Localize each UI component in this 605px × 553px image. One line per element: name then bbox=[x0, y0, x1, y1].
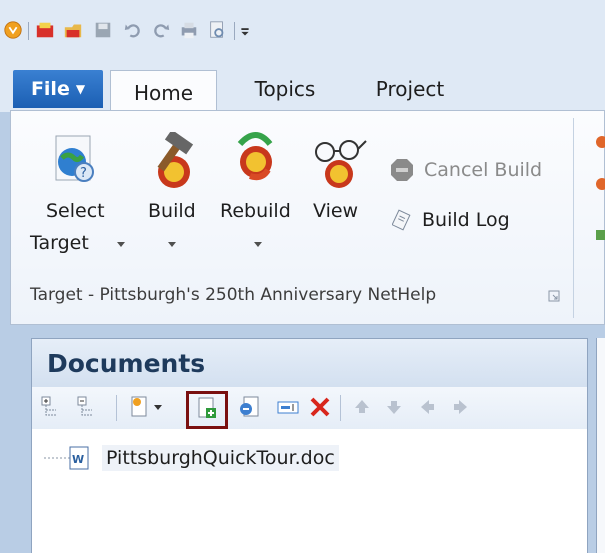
documents-toolbar bbox=[32, 387, 587, 429]
svg-text:W: W bbox=[72, 453, 84, 466]
tree-connector-icon: W bbox=[44, 446, 89, 470]
side-pane-edge bbox=[596, 338, 605, 553]
tab-home-label: Home bbox=[133, 80, 194, 105]
rebuild-button[interactable]: Rebuild bbox=[216, 122, 298, 272]
partial-group-icons bbox=[596, 136, 605, 240]
print-icon[interactable] bbox=[178, 20, 200, 40]
collapse-all-icon[interactable] bbox=[76, 395, 100, 419]
move-right-icon[interactable] bbox=[448, 395, 472, 419]
chevron-down-icon: ▼ bbox=[75, 82, 86, 96]
qat-separator bbox=[234, 22, 235, 40]
build-button[interactable]: Build bbox=[140, 130, 210, 280]
chevron-down-icon bbox=[168, 242, 176, 247]
select-target-button[interactable]: ? Select Target bbox=[30, 130, 130, 280]
import-document-icon[interactable] bbox=[238, 395, 262, 419]
add-existing-document-icon[interactable] bbox=[195, 396, 219, 420]
documents-title: Documents bbox=[47, 349, 206, 378]
save-icon[interactable] bbox=[92, 20, 114, 40]
tab-home[interactable]: Home bbox=[110, 70, 217, 114]
open-project-icon[interactable] bbox=[62, 20, 84, 40]
view-label: View bbox=[313, 200, 359, 222]
ribbon-group-label: Target - Pittsburgh's 250th Anniversary … bbox=[30, 285, 437, 305]
chevron-down-icon bbox=[117, 242, 125, 247]
dialog-launcher-icon[interactable] bbox=[548, 290, 560, 302]
quick-access-toolbar bbox=[0, 0, 605, 60]
build-label: Build bbox=[148, 200, 196, 222]
build-log-icon bbox=[392, 209, 411, 231]
ribbon-group-divider bbox=[573, 118, 574, 318]
view-button[interactable]: View bbox=[305, 130, 377, 240]
delete-icon[interactable] bbox=[308, 395, 332, 419]
rebuild-label: Rebuild bbox=[220, 200, 291, 222]
list-item[interactable]: W PittsburghQuickTour.doc bbox=[42, 443, 339, 473]
tab-project[interactable]: Project bbox=[355, 70, 465, 108]
documents-header: Documents bbox=[32, 339, 587, 387]
expand-all-icon[interactable] bbox=[40, 395, 64, 419]
move-up-icon[interactable] bbox=[350, 395, 374, 419]
redo-icon[interactable] bbox=[150, 20, 172, 40]
hammer-icon bbox=[157, 132, 194, 188]
svg-text:?: ? bbox=[80, 166, 87, 181]
customize-qat-icon[interactable] bbox=[238, 20, 252, 40]
document-name: PittsburghQuickTour.doc bbox=[102, 445, 339, 471]
rename-icon[interactable] bbox=[276, 395, 300, 419]
select-target-label-2: Target bbox=[30, 232, 89, 254]
chevron-down-icon bbox=[254, 242, 262, 247]
glasses-icon bbox=[315, 140, 367, 188]
globe-help-icon: ? bbox=[55, 135, 94, 182]
move-down-icon[interactable] bbox=[382, 395, 406, 419]
stop-icon bbox=[391, 159, 413, 181]
documents-pane: Documents W PittsburghQuickTour.doc bbox=[31, 338, 588, 553]
cancel-build-label: Cancel Build bbox=[424, 159, 543, 181]
chevron-down-icon[interactable] bbox=[154, 405, 162, 411]
toolbar-separator bbox=[116, 395, 117, 421]
build-log-label: Build Log bbox=[422, 209, 510, 231]
tab-project-label: Project bbox=[375, 77, 445, 101]
tab-file-label: File bbox=[30, 78, 70, 100]
tab-topics[interactable]: Topics bbox=[230, 70, 340, 108]
new-project-icon[interactable] bbox=[34, 20, 56, 40]
rebuild-icon bbox=[237, 132, 273, 181]
toolbar-separator bbox=[340, 395, 341, 421]
build-log-button[interactable]: Build Log bbox=[392, 204, 542, 236]
tab-file[interactable]: File ▼ bbox=[13, 70, 103, 108]
move-left-icon[interactable] bbox=[416, 395, 440, 419]
undo-icon[interactable] bbox=[122, 20, 144, 40]
select-target-label-1: Select bbox=[46, 200, 105, 222]
new-document-icon[interactable] bbox=[128, 395, 152, 419]
tab-topics-label: Topics bbox=[254, 77, 316, 101]
print-preview-icon[interactable] bbox=[206, 20, 228, 40]
qat-separator bbox=[28, 22, 29, 40]
app-orb-icon[interactable] bbox=[2, 20, 24, 40]
cancel-build-button[interactable]: Cancel Build bbox=[390, 155, 570, 185]
